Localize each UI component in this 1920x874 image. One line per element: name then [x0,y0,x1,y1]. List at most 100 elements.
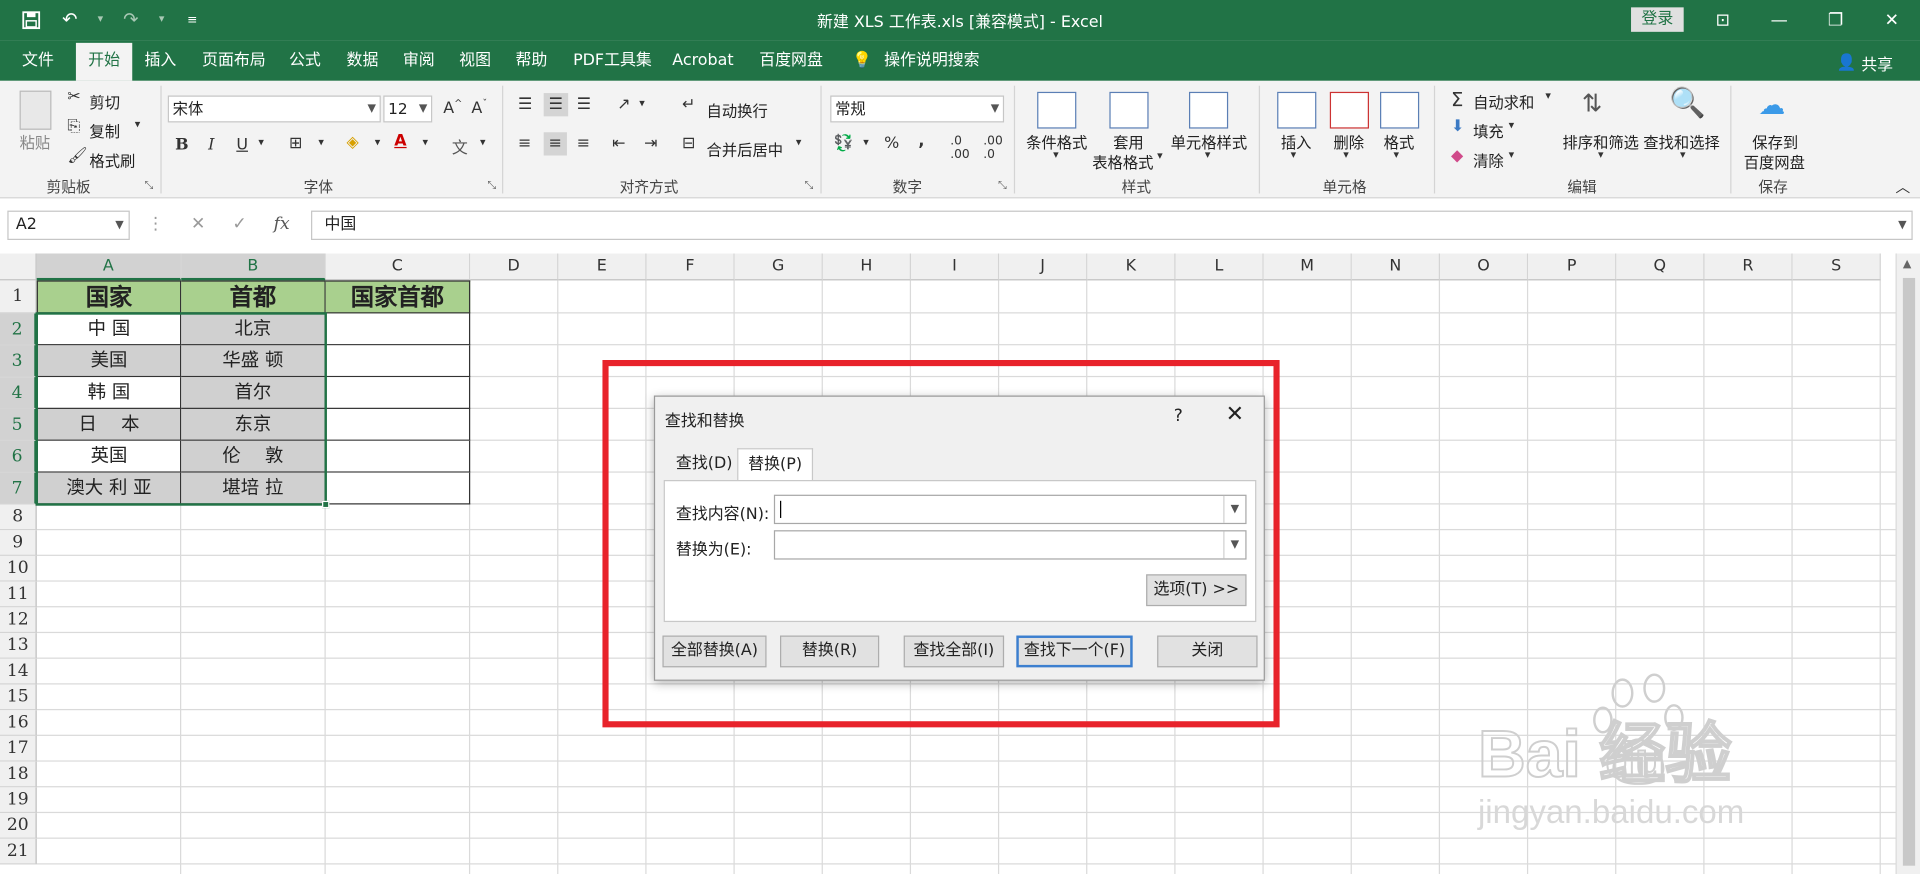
chevron-down-icon[interactable]: ▾ [1343,149,1349,161]
insert-cells-icon[interactable] [1277,91,1317,129]
replace-with-input[interactable]: ▼ [773,530,1247,560]
tab-file[interactable]: 文件 [22,40,54,80]
cell-a4[interactable]: 韩 国 [36,377,182,409]
dialog-launcher-icon[interactable]: ⤡ [998,180,1007,192]
tab-insert[interactable]: 插入 [144,40,176,80]
column-header-e[interactable]: E [558,253,647,281]
dialog-launcher-icon[interactable]: ⤡ [487,180,496,192]
tab-data[interactable]: 数据 [347,40,379,80]
column-header-j[interactable]: J [999,253,1088,281]
cell-b7[interactable]: 堪培 拉 [181,472,326,505]
row-header-1[interactable]: 1 [0,280,37,314]
tab-review[interactable]: 审阅 [403,40,435,80]
chevron-down-icon[interactable]: ▾ [863,137,869,149]
orientation-icon[interactable]: ↗ [617,96,630,114]
cell-b5[interactable]: 东京 [181,408,326,441]
name-box[interactable]: A2 ▼ [7,210,130,241]
chevron-down-icon[interactable]: ▾ [1291,149,1297,161]
paste-button[interactable]: 粘贴 [20,130,51,153]
baidu-cloud-icon[interactable]: ☁ [1758,91,1785,122]
find-all-button[interactable]: 查找全部(I) [903,635,1005,668]
merge-center-icon[interactable]: ⊟ [682,135,695,153]
close-icon[interactable]: ✕ [1864,0,1920,40]
cell-a3[interactable]: 美国 [36,345,182,378]
bold-icon[interactable]: B [175,136,188,154]
chevron-down-icon[interactable]: ▼ [1223,495,1245,523]
restore-icon[interactable]: ❐ [1807,0,1863,40]
find-next-button[interactable]: 查找下一个(F) [1016,635,1133,668]
chevron-down-icon[interactable]: ▾ [135,119,141,131]
enter-icon[interactable]: ✓ [232,214,246,234]
cell-c5[interactable] [325,408,471,441]
row-header-16[interactable]: 16 [0,710,37,736]
column-header-d[interactable]: D [470,253,559,281]
cell-b2[interactable]: 北京 [181,313,326,346]
decrease-decimal-icon[interactable]: .00.0 [983,135,1002,162]
chevron-down-icon[interactable]: ▾ [1680,149,1686,161]
chevron-down-icon[interactable]: ▾ [1157,151,1163,163]
font-color-icon[interactable]: A [394,132,406,150]
tab-view[interactable]: 视图 [459,40,491,80]
select-all-corner[interactable] [0,253,37,281]
cell-b6[interactable]: 伦 敦 [181,440,326,473]
comma-style-icon[interactable]: , [918,132,924,150]
collapse-ribbon-icon[interactable]: ︿ [1896,176,1911,197]
wrap-text-icon[interactable]: ↵ [682,96,695,114]
row-header-8[interactable]: 8 [0,504,37,531]
cell-c4[interactable] [325,377,471,409]
options-button[interactable]: 选项(T) >> [1146,574,1247,607]
align-center-icon[interactable]: ≡ [543,132,567,156]
row-header-9[interactable]: 9 [0,530,37,556]
chevron-down-icon[interactable]: ▾ [796,137,802,149]
cut-button[interactable]: 剪切 [89,89,120,112]
row-header-4[interactable]: 4 [0,377,37,409]
header-cell-b1[interactable]: 首都 [181,280,326,314]
sort-filter-icon[interactable]: ⇅ [1582,88,1603,117]
underline-icon[interactable]: U [236,136,248,154]
column-header-o[interactable]: O [1440,253,1529,281]
column-header-s[interactable]: S [1792,253,1881,281]
format-as-table-label-2[interactable]: 表格格式 [1092,149,1153,172]
scrollbar-thumb[interactable] [1902,277,1916,866]
dialog-launcher-icon[interactable]: ⤡ [144,180,153,192]
border-icon[interactable]: ⊞ [289,135,302,153]
format-cells-icon[interactable] [1380,91,1420,129]
align-middle-icon[interactable]: ☰ [543,93,568,117]
row-header-11[interactable]: 11 [0,581,37,608]
row-header-13[interactable]: 13 [0,633,37,659]
column-header-l[interactable]: L [1175,253,1264,281]
column-header-k[interactable]: K [1087,253,1176,281]
cell-a7[interactable]: 澳大 利 亚 [36,472,182,505]
column-header-h[interactable]: H [822,253,912,281]
dialog-launcher-icon[interactable]: ⤡ [804,180,813,192]
clear-button[interactable]: 清除 [1473,148,1504,171]
autosum-button[interactable]: 自动求和 [1473,89,1534,112]
close-icon[interactable]: ✕ [1226,402,1244,428]
chevron-down-icon[interactable]: ▾ [318,137,324,149]
tab-acrobat[interactable]: Acrobat [672,40,733,80]
tab-home[interactable]: 开始 [75,42,133,81]
row-header-12[interactable]: 12 [0,607,37,634]
cell-c3[interactable] [325,345,471,378]
cell-a2[interactable]: 中 国 [36,313,182,346]
cell-styles-icon[interactable] [1188,91,1229,129]
row-header-2[interactable]: 2 [0,313,37,346]
chevron-down-icon[interactable]: ▾ [1509,120,1515,132]
fill-color-icon[interactable]: ◈ [347,133,359,151]
row-header-7[interactable]: 7 [0,472,37,505]
ribbon-display-icon[interactable]: ⊡ [1695,0,1751,40]
save-to-baidu-label-2[interactable]: 百度网盘 [1744,149,1805,172]
chevron-down-icon[interactable]: ▾ [639,98,645,110]
chevron-down-icon[interactable]: ▾ [258,137,264,149]
fill-handle[interactable] [322,500,330,509]
chevron-down-icon[interactable]: ▾ [480,137,486,149]
column-header-g[interactable]: G [734,253,823,281]
font-name-combo[interactable]: 宋体 ▼ [167,95,381,123]
chevron-down-icon[interactable]: ▾ [375,137,381,149]
copy-button[interactable]: 复制 [89,119,120,142]
tab-find[interactable]: 查找(D) [666,448,742,481]
row-header-19[interactable]: 19 [0,787,37,814]
row-header-21[interactable]: 21 [0,838,37,865]
phonetic-guide-icon[interactable]: 文 [452,135,468,158]
chevron-down-icon[interactable]: ▾ [1393,149,1399,161]
